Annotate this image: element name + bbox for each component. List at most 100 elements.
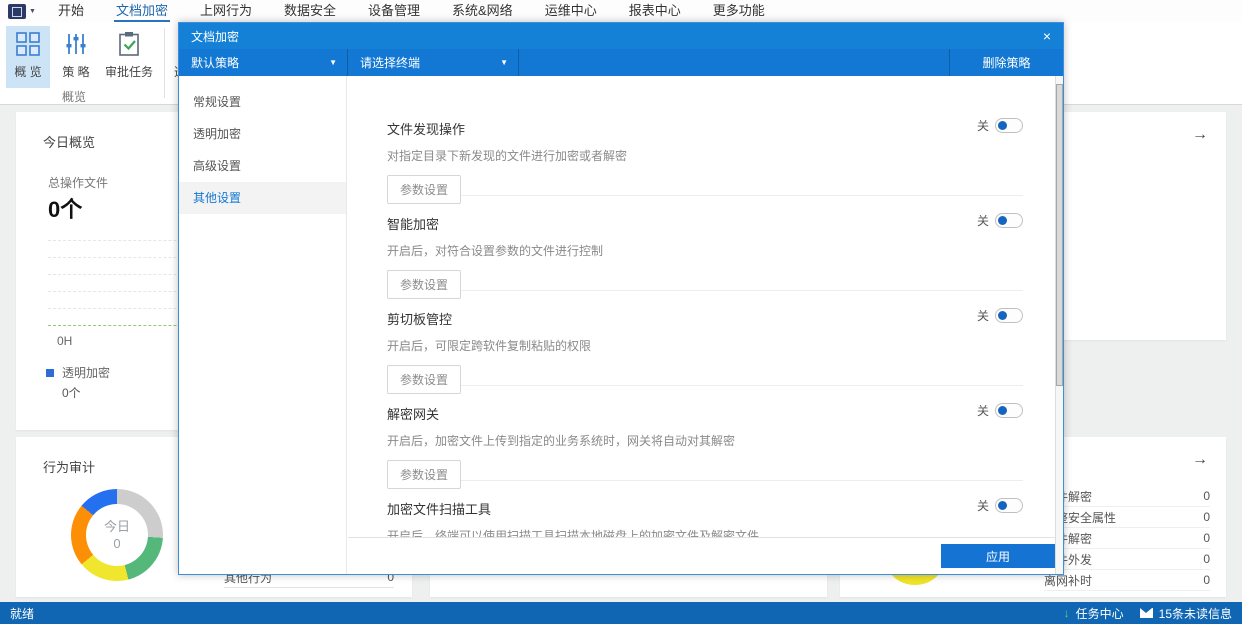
setting-row: 剪切板管控 开启后，可限定跨软件复制粘贴的权限 参数设置关 — [387, 291, 1023, 394]
toggle-knob — [998, 405, 1007, 415]
ribbon-group-divider — [164, 28, 166, 98]
terminal-dropdown-value: 请选择终端 — [360, 56, 421, 70]
app-menu-button[interactable]: ▼ — [8, 3, 36, 19]
scrollbar-track[interactable] — [1055, 76, 1063, 574]
stat-row: 文件外发 0 — [1044, 549, 1210, 570]
close-icon[interactable]: × — [1031, 28, 1063, 44]
dialog-titlebar: 文档加密 × — [179, 23, 1063, 49]
caret-down-icon: ▼ — [500, 58, 508, 67]
stat-row-value: 0 — [1203, 552, 1210, 566]
setting-title: 文件发现操作 — [387, 122, 466, 137]
menubar-tab[interactable]: 更多功能 — [697, 0, 781, 22]
setting-toggle[interactable]: 关 — [977, 402, 1023, 419]
task-center-link[interactable]: 任务中心 — [1076, 605, 1124, 622]
ribbon-button[interactable]: 审批任务 — [102, 26, 156, 88]
setting-toggle[interactable]: 关 — [977, 307, 1023, 324]
apply-button[interactable]: 应用 — [941, 544, 1055, 568]
menubar-tab[interactable]: 数据安全 — [268, 0, 352, 22]
dialog-footer: 应用 — [348, 537, 1055, 574]
toggle-knob — [998, 215, 1007, 225]
menubar-tab[interactable]: 文档加密 — [100, 0, 184, 22]
stat-label: 总操作文件 — [48, 176, 109, 190]
toggle-knob — [998, 500, 1007, 510]
policy-dropdown[interactable]: 默认策略 ▼ — [179, 49, 347, 76]
menubar-tab[interactable]: 报表中心 — [613, 0, 697, 22]
setting-toggle[interactable]: 关 — [977, 212, 1023, 229]
modal-sidebar-item[interactable]: 常规设置 — [179, 86, 346, 118]
ribbon-button-label: 概 览 — [14, 65, 42, 79]
menubar-tab[interactable]: 开始 — [42, 0, 100, 22]
setting-title: 加密文件扫描工具 — [387, 502, 492, 517]
application-window: ▼ 开始 文档加密 上网行为 数据安全 设备管理 系统&网络 运维中心 报表中心 更多功能 概 … — [0, 0, 1242, 624]
menubar-tab[interactable]: 运维中心 — [529, 0, 613, 22]
download-arrow-icon: ↓ — [1063, 606, 1070, 620]
toggle-switch[interactable] — [995, 118, 1023, 133]
card-title: 今日概览 — [43, 135, 96, 150]
modal-sidebar-item[interactable]: 透明加密 — [179, 118, 346, 150]
toggle-state-label: 关 — [976, 214, 989, 228]
ribbon-button[interactable]: 策 略 — [54, 26, 98, 88]
setting-toggle[interactable]: 关 — [977, 497, 1023, 514]
stat-row-value: 0 — [1203, 573, 1210, 587]
caret-down-icon: ▼ — [329, 58, 337, 67]
statusbar: 就绪 ↓ 任务中心 15条未读信息 — [0, 602, 1242, 624]
toggle-knob — [998, 310, 1007, 320]
arrow-right-icon[interactable]: → — [1192, 126, 1208, 144]
card-title: 行为审计 — [43, 460, 96, 475]
setting-title: 智能加密 — [387, 217, 440, 232]
toggle-state-label: 关 — [976, 119, 989, 133]
delete-policy-button[interactable]: 删除策略 — [950, 49, 1063, 76]
menu-tabs: 开始 文档加密 上网行为 数据安全 设备管理 系统&网络 运维中心 报表中心 更多功能 — [42, 0, 781, 22]
grid-icon — [15, 31, 41, 57]
setting-description: 开启后，可限定跨软件复制粘贴的权限 — [387, 339, 592, 353]
legend-swatch — [46, 368, 54, 377]
legend-label: 透明加密 — [62, 366, 111, 380]
unread-messages-link[interactable]: 15条未读信息 — [1159, 605, 1232, 622]
sliders-icon — [63, 31, 89, 57]
modal-sidebar-item[interactable]: 高级设置 — [179, 150, 346, 182]
settings-sidebar: 常规设置 透明加密 高级设置 其他设置 — [179, 76, 347, 574]
setting-row: 解密网关 开启后，加密文件上传到指定的业务系统时，网关将自动对其解密 参数设置关 — [387, 386, 1023, 489]
ribbon-group-label: 概览 — [61, 90, 86, 104]
document-encryption-dialog: 文档加密 × 默认策略 ▼ 请选择终端 ▼ 删除策略 常规设置 透明加密 高级设置其… — [178, 22, 1064, 575]
toggle-switch[interactable] — [995, 308, 1023, 323]
app-logo-icon — [8, 3, 26, 19]
clipboard-check-icon — [116, 31, 142, 57]
toggle-switch[interactable] — [995, 213, 1023, 228]
modal-sidebar-item[interactable]: 其他设置 — [179, 182, 346, 214]
status-ready-label: 就绪 — [10, 606, 35, 621]
scrollbar-thumb[interactable] — [1056, 84, 1063, 386]
setting-title: 剪切板管控 — [387, 312, 453, 327]
stat-rows: 文件解密 0 调整安全属性 0 邮件解密 0 文件外发 0 离网补时 0 — [1044, 486, 1210, 591]
setting-toggle[interactable]: 关 — [977, 117, 1023, 134]
stat-value: 0个 — [48, 197, 83, 222]
arrow-right-icon[interactable]: → — [1192, 451, 1208, 469]
stat-row-value: 0 — [1203, 531, 1210, 545]
stat-row: 文件解密 0 — [1044, 486, 1210, 507]
setting-description: 开启后，对符合设置参数的文件进行控制 — [387, 244, 604, 258]
toggle-state-label: 关 — [976, 404, 989, 418]
settings-content: 文件发现操作 对指定目录下新发现的文件进行加密或者解密 参数设置关智能加密 开启后，对… — [347, 76, 1055, 574]
x-axis-tick: 0H — [57, 334, 73, 348]
mail-icon — [1139, 608, 1153, 618]
menubar-tab[interactable]: 设备管理 — [352, 0, 436, 22]
setting-title: 解密网关 — [387, 407, 440, 422]
terminal-dropdown[interactable]: 请选择终端 ▼ — [348, 49, 518, 76]
ribbon-button-label: 策 略 — [62, 65, 90, 79]
dialog-toolbar: 默认策略 ▼ 请选择终端 ▼ 删除策略 — [179, 49, 1063, 76]
setting-rows: 文件发现操作 对指定目录下新发现的文件进行加密或者解密 参数设置关智能加密 开启后，对… — [387, 101, 1023, 574]
stat-row-value: 0 — [1203, 489, 1210, 503]
dialog-body: 常规设置 透明加密 高级设置 其他设置 文件发现操作 对指定目录下新发现的文件进行加密或… — [179, 76, 1063, 574]
ribbon-button[interactable]: 概 览 — [6, 26, 50, 88]
stat-row: 邮件解密 0 — [1044, 528, 1210, 549]
setting-row: 智能加密 开启后，对符合设置参数的文件进行控制 参数设置关 — [387, 196, 1023, 299]
statusbar-right: ↓ 任务中心 15条未读信息 — [1064, 605, 1232, 622]
donut-center-label: 今日 0 — [103, 519, 130, 551]
toggle-state-label: 关 — [976, 499, 989, 513]
toggle-switch[interactable] — [995, 403, 1023, 418]
menubar-tab[interactable]: 上网行为 — [184, 0, 268, 22]
menubar-tab[interactable]: 系统&网络 — [436, 0, 529, 22]
audit-donut-chart: 今日 0 — [71, 489, 163, 581]
toggle-switch[interactable] — [995, 498, 1023, 513]
dialog-title: 文档加密 — [191, 29, 240, 44]
